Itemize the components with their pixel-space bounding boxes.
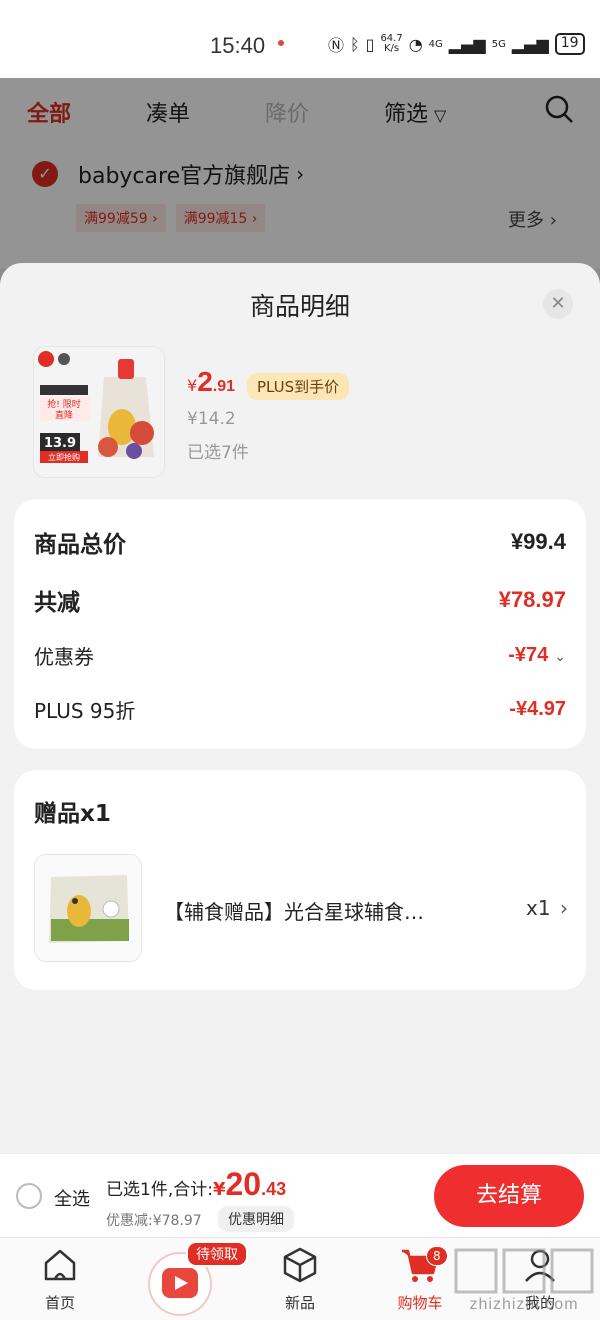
summary-row-total: 商品总价 ¥99.4	[34, 529, 566, 558]
detail-sheet: 商品明细 ✕ 抢! 限时 直降 13.9 立即抢购 ¥ 2 .91 PLUS到手…	[0, 263, 600, 1153]
signal-icon: ▂▄▆	[448, 34, 486, 54]
gift-quantity: x1	[526, 896, 551, 920]
watermark: zhizhizhi.com	[448, 1244, 600, 1320]
watermark-logo	[454, 1248, 594, 1294]
network-4g-label: 4G	[428, 38, 443, 50]
vibrate-icon: ▯	[365, 34, 375, 54]
summary-row-coupon[interactable]: 优惠券 -¥74 ⌄	[34, 641, 566, 670]
svg-text:抢! 限时: 抢! 限时	[47, 398, 80, 410]
price-summary-card: 商品总价 ¥99.4 共减 ¥78.97 优惠券 -¥74 ⌄ PLUS 95折 …	[14, 499, 586, 749]
select-all-checkbox[interactable]	[16, 1183, 42, 1209]
battery-icon: 19	[554, 33, 585, 55]
box-icon	[283, 1247, 317, 1283]
status-icons: Ⓝ ᛒ ▯ 64.7 K/s ◔ 4G ▂▄▆ 5G ▂▄▆ 19	[328, 32, 585, 56]
checkout-bar: 全选 已选1件,合计: ¥ 20 .43 优惠减:¥78.97 优惠明细 去结算	[0, 1153, 600, 1237]
svg-text:13.9: 13.9	[44, 436, 76, 451]
discount-detail-button[interactable]: 优惠明细	[218, 1206, 294, 1232]
discount-text: 优惠减:¥78.97	[106, 1213, 202, 1229]
close-icon: ✕	[550, 293, 566, 314]
original-price: ¥14.2	[187, 409, 236, 429]
home-icon	[44, 1249, 76, 1281]
close-button[interactable]: ✕	[543, 289, 573, 319]
claim-badge: 待领取	[186, 1241, 248, 1267]
network-5g-label: 5G	[491, 38, 506, 50]
video-icon	[162, 1268, 198, 1298]
gift-thumbnail[interactable]	[34, 854, 142, 962]
notification-dot-icon	[278, 40, 284, 46]
product-thumbnail: 抢! 限时 直降 13.9 立即抢购	[33, 346, 165, 478]
summary-row-reduce: 共减 ¥78.97	[34, 587, 566, 616]
status-time: 15:40	[210, 33, 266, 58]
network-speed: 64.7 K/s	[380, 33, 403, 54]
plus-price-tag: PLUS到手价	[247, 373, 350, 400]
gift-name[interactable]: 【辅食赠品】光合星球辅食…	[164, 896, 474, 925]
total-price: 已选1件,合计: ¥ 20 .43	[106, 1166, 287, 1202]
gift-card: 赠品x1 【辅食赠品】光合星球辅食… x1 ›	[14, 770, 586, 990]
checkout-button[interactable]: 去结算	[434, 1165, 584, 1227]
nav-new[interactable]: 新品	[260, 1244, 340, 1313]
product-price: ¥ 2 .91	[187, 366, 236, 397]
chevron-down-icon: ⌄	[554, 649, 566, 665]
svg-text:立即抢购: 立即抢购	[48, 452, 80, 462]
gift-title: 赠品x1	[34, 801, 111, 827]
summary-row-plus: PLUS 95折 -¥4.97	[34, 698, 566, 723]
sheet-title: 商品明细	[249, 292, 350, 321]
signal-icon-2: ▂▄▆	[511, 34, 549, 54]
cart-badge: 8	[426, 1246, 448, 1266]
chevron-right-icon[interactable]: ›	[560, 896, 568, 920]
status-bar: 15:40 Ⓝ ᛒ ▯ 64.7 K/s ◔ 4G ▂▄▆ 5G ▂▄▆ 19	[0, 0, 600, 78]
svg-text:直降: 直降	[55, 409, 73, 421]
selected-count: 已选7件	[187, 443, 249, 463]
bluetooth-icon: ᛒ	[350, 34, 360, 54]
wifi-icon: ◔	[408, 34, 423, 54]
select-all-label[interactable]: 全选	[54, 1185, 90, 1211]
nav-home[interactable]: 首页	[20, 1244, 100, 1313]
nfc-icon: Ⓝ	[328, 36, 345, 55]
